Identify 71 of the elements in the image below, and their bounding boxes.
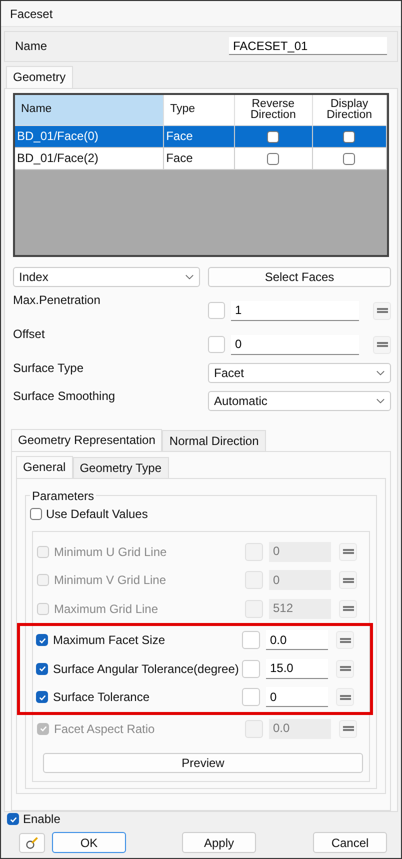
toggle-box[interactable] xyxy=(242,631,260,650)
menu-icon[interactable] xyxy=(373,336,391,354)
table-cell[interactable]: Face xyxy=(164,147,234,169)
checkbox[interactable] xyxy=(267,152,280,165)
name-field[interactable]: FACESET_01 xyxy=(229,37,387,56)
checkbox[interactable] xyxy=(36,691,48,704)
tab[interactable]: Geometry Representation xyxy=(11,428,162,450)
checkbox-label: Use Default Values xyxy=(46,506,148,520)
tab[interactable]: Geometry Type xyxy=(72,456,169,478)
column-header[interactable]: Display Direction xyxy=(312,94,386,125)
table-cell[interactable]: Face xyxy=(164,125,234,147)
checkmark-icon xyxy=(38,664,46,674)
toggle-box[interactable] xyxy=(208,336,225,353)
value-field[interactable]: 15.0 xyxy=(266,658,328,679)
table-cell[interactable]: BD_01/Face(2) xyxy=(15,147,164,169)
parameter-label: Facet Aspect Ratio xyxy=(54,722,156,736)
caret-icon xyxy=(376,370,385,376)
checkmark-icon xyxy=(38,724,48,734)
caret-icon xyxy=(376,398,385,404)
parameter-label: Maximum Grid Line xyxy=(54,602,160,616)
field-label: Offset xyxy=(13,326,46,340)
parameter-label: Maximum Facet Size xyxy=(53,633,166,648)
column-header[interactable]: Type xyxy=(164,94,234,125)
value-field[interactable]: 0 xyxy=(266,687,328,708)
tab[interactable]: Normal Direction xyxy=(162,430,266,450)
checkbox[interactable] xyxy=(343,152,356,165)
checkmark-icon xyxy=(38,636,46,645)
value-field[interactable]: 0.0 xyxy=(266,630,328,650)
checkbox[interactable] xyxy=(343,130,356,143)
value-field[interactable]: 0 xyxy=(231,334,359,354)
toggle-box[interactable] xyxy=(208,302,225,319)
menu-icon[interactable] xyxy=(336,660,354,678)
field-label: Max.Penetration xyxy=(13,292,102,306)
checkbox-label: Enable xyxy=(23,812,60,826)
menu-icon[interactable] xyxy=(373,302,391,320)
checkmark-icon xyxy=(38,692,46,702)
parameter-label: Surface Tolerance xyxy=(53,690,151,704)
menu-icon[interactable] xyxy=(336,631,354,650)
dialog-button[interactable]: Apply xyxy=(182,832,256,853)
value-field[interactable]: 1 xyxy=(231,300,359,320)
mode-dropdown[interactable]: Index xyxy=(13,266,200,286)
checkbox[interactable] xyxy=(36,662,48,675)
checkbox[interactable] xyxy=(36,634,48,646)
field-label: Surface Type xyxy=(13,360,84,374)
wand-icon[interactable] xyxy=(19,832,45,852)
group-title: Parameters xyxy=(31,488,96,502)
toggle-box[interactable] xyxy=(242,688,260,706)
parameter-label: Minimum V Grid Line xyxy=(54,573,168,588)
dialog-button[interactable]: Cancel xyxy=(313,832,387,853)
parameter-label: Surface Angular Tolerance(degree) xyxy=(53,662,240,676)
checkbox[interactable] xyxy=(267,130,280,143)
parameter-label: Minimum U Grid Line xyxy=(54,544,168,559)
dropdown[interactable]: Automatic xyxy=(208,390,391,410)
dropdown[interactable]: Facet xyxy=(208,362,391,382)
checkmark-icon xyxy=(8,814,18,824)
toggle-box[interactable] xyxy=(242,660,260,678)
dialog-button[interactable]: OK xyxy=(52,832,126,853)
checkbox[interactable] xyxy=(7,813,19,825)
table-cell[interactable]: BD_01/Face(0) xyxy=(15,125,164,147)
checkbox[interactable] xyxy=(30,508,42,520)
window-title: Faceset xyxy=(10,6,53,21)
field-label: Name xyxy=(15,39,48,54)
column-header[interactable]: Name xyxy=(15,94,164,125)
tab[interactable]: General xyxy=(16,456,73,478)
preview-button[interactable]: Preview xyxy=(43,753,363,773)
column-header[interactable]: Reverse Direction xyxy=(234,94,312,125)
menu-icon[interactable] xyxy=(336,688,354,706)
select-faces-button[interactable]: Select Faces xyxy=(208,266,391,286)
tab[interactable]: Geometry xyxy=(6,66,73,88)
field-label: Surface Smoothing xyxy=(13,388,116,402)
caret-icon xyxy=(185,274,194,280)
